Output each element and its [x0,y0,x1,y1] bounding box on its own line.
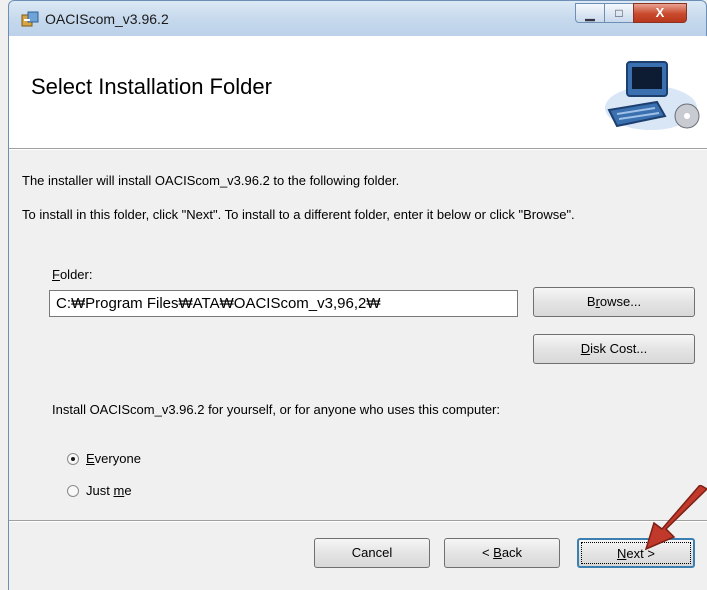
installer-app-icon [21,11,39,27]
disk-cost-label-post: isk Cost... [590,341,648,356]
just-me-radio[interactable] [67,485,79,497]
just-me-label-pre: Just [86,483,114,498]
close-icon: X [655,5,665,20]
header-banner: Select Installation Folder [9,36,707,149]
install-for-text: Install OACIScom_v3.96.2 for yourself, o… [52,402,500,417]
back-label-post: ack [501,545,523,560]
maximize-icon: □ [615,6,623,20]
pointer-arrow-icon [644,485,707,551]
minimize-icon: ▁ [585,7,595,21]
folder-label-text: older: [59,267,93,282]
back-label-pre: < [481,545,494,560]
cancel-button[interactable]: Cancel [314,538,430,568]
intro-text-2: To install in this folder, click "Next".… [22,207,575,222]
back-label-mnemonic: B [493,545,502,560]
everyone-label[interactable]: Everyone [86,451,141,466]
window-title: OACIScom_v3.96.2 [45,11,169,27]
title-bar: OACIScom_v3.96.2 ▁ □ X [8,0,707,36]
disk-cost-label-mnemonic: D [580,341,591,356]
just-me-label-post: e [124,483,132,498]
disk-cost-button[interactable]: Disk Cost... [533,334,695,364]
maximize-button[interactable]: □ [604,3,634,23]
back-button[interactable]: < Back [444,538,560,568]
folder-label-mnemonic: F [52,267,60,282]
next-label-mnemonic: N [617,546,627,561]
everyone-radio[interactable] [67,453,79,465]
everyone-label-text: veryone [94,451,141,466]
minimize-button[interactable]: ▁ [575,3,605,23]
folder-label: Folder: [52,267,92,282]
browse-label-pre: B [586,294,596,309]
intro-text-1: The installer will install OACIScom_v3.9… [22,173,400,188]
browse-button[interactable]: Browse... [533,287,695,317]
just-me-label[interactable]: Just me [86,483,132,498]
just-me-mnemonic: m [113,483,125,498]
header-divider [9,149,707,150]
folder-input[interactable]: C:₩Program Files₩ATA₩OACIScom_v3,96,2₩ [49,290,518,317]
page-title: Select Installation Folder [31,74,272,99]
close-button[interactable]: X [633,3,687,23]
browse-label-post: owse... [599,294,642,309]
everyone-mnemonic: E [86,451,95,466]
computer-setup-icon [605,61,700,130]
footer-separator [9,520,707,522]
